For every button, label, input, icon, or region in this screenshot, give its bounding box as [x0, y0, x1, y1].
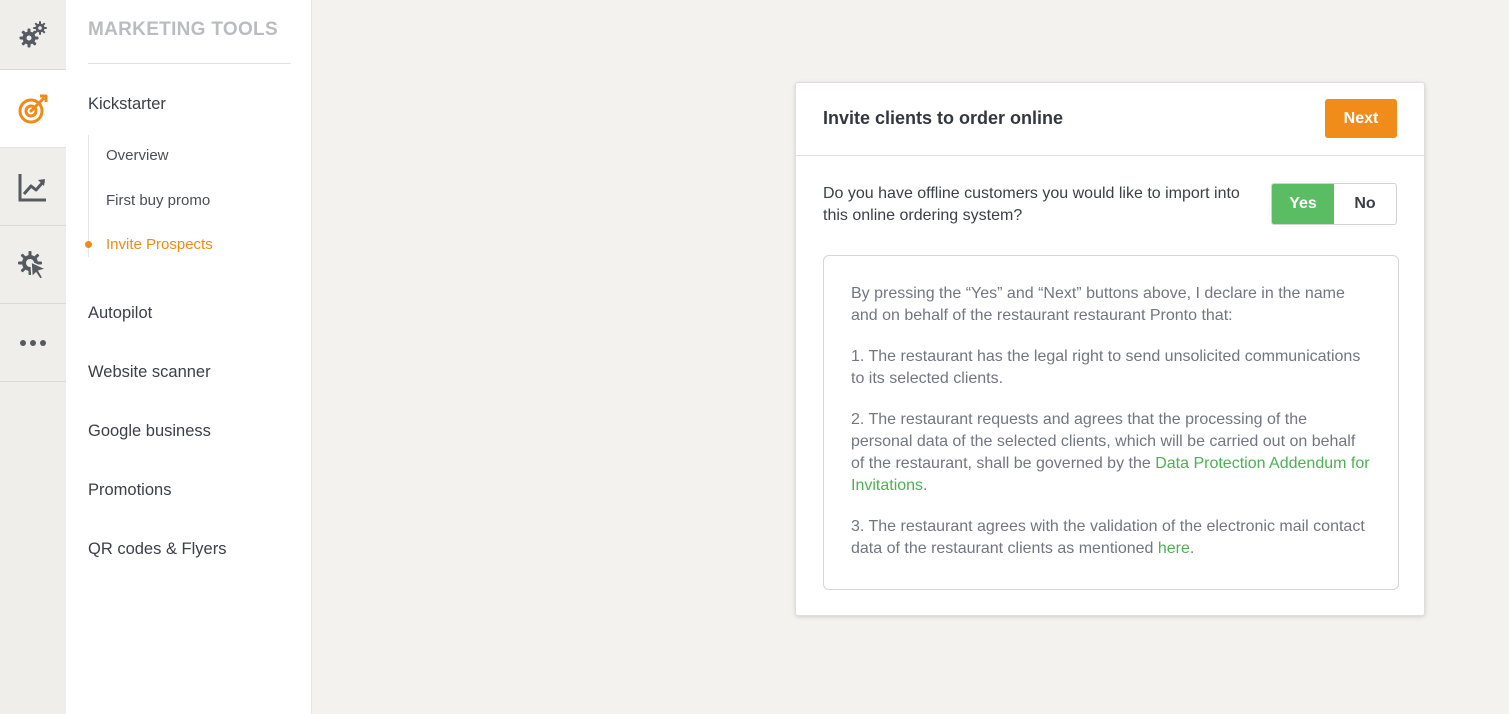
- legal-notice-box: By pressing the “Yes” and “Next” buttons…: [823, 255, 1399, 590]
- here-link[interactable]: here: [1158, 540, 1190, 557]
- yes-no-toggle: Yes No: [1271, 183, 1397, 225]
- chart-icon: [17, 171, 49, 203]
- submenu-item-overview[interactable]: Overview: [106, 147, 169, 164]
- menu-item-kickstarter[interactable]: Kickstarter: [88, 95, 166, 114]
- menu-item-qr-codes[interactable]: QR codes & Flyers: [88, 540, 226, 559]
- gears-icon: [17, 19, 49, 51]
- active-indicator-dot: [85, 241, 92, 248]
- notice-point-2-end: .: [923, 477, 928, 494]
- menu-item-autopilot[interactable]: Autopilot: [88, 304, 152, 323]
- menu-divider: [88, 63, 291, 64]
- rail-item-reports[interactable]: [0, 148, 66, 226]
- notice-point-3: 3. The restaurant agrees with the valida…: [851, 516, 1371, 560]
- menu-item-google-business[interactable]: Google business: [88, 422, 211, 441]
- cog-cursor-icon: [17, 249, 49, 281]
- more-icon: [18, 338, 48, 348]
- icon-rail: [0, 0, 66, 714]
- next-button[interactable]: Next: [1325, 99, 1397, 138]
- card-title: Invite clients to order online: [823, 108, 1064, 128]
- menu-item-promotions[interactable]: Promotions: [88, 481, 171, 500]
- card-header: Invite clients to order online Next: [796, 83, 1424, 156]
- yes-button[interactable]: Yes: [1272, 184, 1334, 224]
- target-icon: [17, 93, 49, 125]
- rail-item-marketing[interactable]: [0, 70, 66, 148]
- import-question: Do you have offline customers you would …: [823, 185, 1240, 224]
- notice-intro: By pressing the “Yes” and “Next” buttons…: [851, 285, 1345, 324]
- submenu-item-first-buy-promo[interactable]: First buy promo: [106, 192, 210, 209]
- no-button[interactable]: No: [1334, 184, 1396, 224]
- marketing-menu: MARKETING TOOLS Kickstarter Overview Fir…: [66, 0, 312, 714]
- notice-point-2: 2. The restaurant requests and agrees th…: [851, 409, 1371, 497]
- submenu-item-invite-prospects[interactable]: Invite Prospects: [106, 236, 213, 253]
- notice-point-3-end: .: [1189, 540, 1195, 557]
- invite-clients-card: Invite clients to order online Next Do y…: [795, 82, 1425, 616]
- rail-item-tools[interactable]: [0, 226, 66, 304]
- submenu-line: [88, 135, 89, 257]
- rail-item-settings[interactable]: [0, 0, 66, 70]
- rail-item-more[interactable]: [0, 304, 66, 382]
- notice-point-3-text: 3. The restaurant agrees with the valida…: [851, 518, 1365, 557]
- menu-title: MARKETING TOOLS: [88, 19, 278, 40]
- notice-point-1: 1. The restaurant has the legal right to…: [851, 348, 1361, 387]
- menu-item-website-scanner[interactable]: Website scanner: [88, 363, 211, 382]
